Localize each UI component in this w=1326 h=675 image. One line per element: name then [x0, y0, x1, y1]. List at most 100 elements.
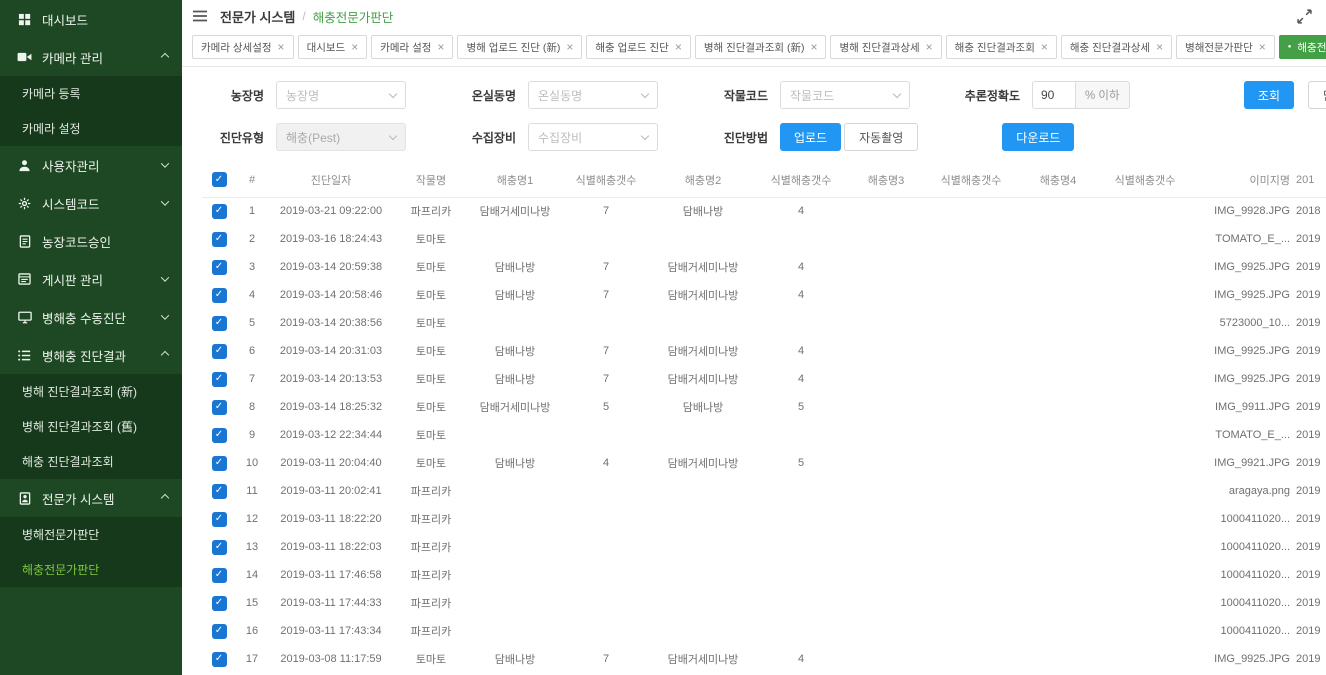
crop-code-select[interactable]: 작물코드 [780, 81, 910, 109]
table-row[interactable]: ✓102019-03-11 20:04:40토마토담배나방4담배거세미나방5IM… [202, 449, 1326, 477]
table-row[interactable]: ✓112019-03-11 20:02:41파프리카aragaya.png201… [202, 477, 1326, 505]
tab-close-icon[interactable]: × [278, 41, 285, 53]
table-cell: 토마토 [394, 365, 468, 393]
row-checkbox[interactable]: ✓ [212, 568, 227, 583]
sidebar-item[interactable]: 농장코드승인 [0, 222, 182, 260]
tab[interactable]: 해충 진단결과조회× [946, 35, 1057, 59]
tab[interactable]: ●해충전문가판단× [1279, 35, 1326, 59]
table-row[interactable]: ✓122019-03-11 18:22:20파프리카1000411020...2… [202, 505, 1326, 533]
tab[interactable]: 병해 업로드 진단 (新)× [457, 35, 582, 59]
tab[interactable]: 해충 진단결과상세× [1061, 35, 1172, 59]
sidebar-subitem[interactable]: 카메라 설정 [0, 111, 182, 146]
sidebar-subitem[interactable]: 카메라 등록 [0, 76, 182, 111]
tab-close-icon[interactable]: × [1041, 41, 1048, 53]
farm-name-select[interactable]: 농장명 [276, 81, 406, 109]
tab-close-icon[interactable]: × [437, 41, 444, 53]
sidebar-item[interactable]: 병해충 수동진단 [0, 298, 182, 336]
close-button[interactable]: 닫기 [1308, 81, 1326, 109]
table-row[interactable]: ✓32019-03-14 20:59:38토마토담배나방7담배거세미나방4IMG… [202, 253, 1326, 281]
select-all-checkbox[interactable]: ✓ [212, 172, 227, 187]
sidebar-item[interactable]: 사용자관리 [0, 146, 182, 184]
chevron-down-icon [389, 89, 397, 97]
row-checkbox[interactable]: ✓ [212, 512, 227, 527]
tab[interactable]: 해충 업로드 진단× [586, 35, 690, 59]
table-row[interactable]: ✓152019-03-11 17:44:33파프리카1000411020...2… [202, 589, 1326, 617]
row-checkbox[interactable]: ✓ [212, 428, 227, 443]
table-cell: 2019 [1296, 337, 1326, 365]
method-upload-button[interactable]: 업로드 [780, 123, 841, 151]
tab-close-icon[interactable]: × [1156, 41, 1163, 53]
tab[interactable]: 카메라 설정× [371, 35, 453, 59]
sidebar-item[interactable]: 게시판 관리 [0, 260, 182, 298]
search-button[interactable]: 조회 [1244, 81, 1294, 109]
row-checkbox[interactable]: ✓ [212, 400, 227, 415]
fullscreen-expand-icon[interactable] [1297, 9, 1312, 24]
column-header: 201 [1296, 163, 1326, 197]
row-checkbox[interactable]: ✓ [212, 652, 227, 667]
sidebar-subitem[interactable]: 병해 진단결과조회 (舊) [0, 409, 182, 444]
table-cell [926, 281, 1016, 309]
tab-close-icon[interactable]: × [675, 41, 682, 53]
sidebar-item[interactable]: 병해충 진단결과 [0, 336, 182, 374]
row-checkbox[interactable]: ✓ [212, 484, 227, 499]
table-row[interactable]: ✓22019-03-16 18:24:43토마토TOMATO_E_...2019 [202, 225, 1326, 253]
sidebar-subitem[interactable]: 해충 진단결과조회 [0, 444, 182, 479]
sidebar-item[interactable]: 시스템코드 [0, 184, 182, 222]
table-row[interactable]: ✓12019-03-21 09:22:00파프리카담배거세미나방7담배나방4IM… [202, 197, 1326, 225]
tab-close-icon[interactable]: × [351, 41, 358, 53]
row-checkbox[interactable]: ✓ [212, 372, 227, 387]
tab[interactable]: 병해 진단결과상세× [830, 35, 941, 59]
row-checkbox[interactable]: ✓ [212, 344, 227, 359]
row-checkbox[interactable]: ✓ [212, 204, 227, 219]
tab[interactable]: 카메라 상세설정× [192, 35, 294, 59]
tab[interactable]: 병해 진단결과조회 (新)× [695, 35, 827, 59]
board-icon [16, 273, 33, 285]
table-row[interactable]: ✓162019-03-11 17:43:34파프리카1000411020...2… [202, 617, 1326, 645]
device-select[interactable]: 수집장비 [528, 123, 658, 151]
tab-close-icon[interactable]: × [1259, 41, 1266, 53]
table-cell [1100, 309, 1190, 337]
greenhouse-select[interactable]: 온실동명 [528, 81, 658, 109]
hamburger-menu-icon[interactable] [192, 9, 208, 23]
table-row[interactable]: ✓62019-03-14 20:31:03토마토담배나방7담배거세미나방4IMG… [202, 337, 1326, 365]
table-row[interactable]: ✓132019-03-11 18:22:03파프리카1000411020...2… [202, 533, 1326, 561]
table-row[interactable]: ✓72019-03-14 20:13:53토마토담배나방7담배거세미나방4IMG… [202, 365, 1326, 393]
sidebar-item-label: 카메라 설정 [22, 120, 182, 137]
row-checkbox[interactable]: ✓ [212, 260, 227, 275]
table-cell [1016, 281, 1100, 309]
tab-close-icon[interactable]: × [926, 41, 933, 53]
table-row[interactable]: ✓172019-03-08 11:17:59토마토담배나방7담배거세미나방4IM… [202, 645, 1326, 673]
tab-close-icon[interactable]: × [566, 41, 573, 53]
method-auto-button[interactable]: 자동촬영 [844, 123, 918, 151]
sidebar-item[interactable]: 대시보드 [0, 0, 182, 38]
table-row[interactable]: ✓52019-03-14 20:38:56토마토5723000_10...201… [202, 309, 1326, 337]
tab-close-icon[interactable]: × [810, 41, 817, 53]
table-cell [926, 505, 1016, 533]
download-button[interactable]: 다운로드 [1002, 123, 1074, 151]
table-row[interactable]: ✓42019-03-14 20:58:46토마토담배나방7담배거세미나방4IMG… [202, 281, 1326, 309]
table-cell [1016, 365, 1100, 393]
sidebar-item[interactable]: 카메라 관리 [0, 38, 182, 76]
table-row[interactable]: ✓82019-03-14 18:25:32토마토담배거세미나방5담배나방5IMG… [202, 393, 1326, 421]
row-checkbox[interactable]: ✓ [212, 540, 227, 555]
table-row[interactable]: ✓92019-03-12 22:34:44토마토TOMATO_E_...2019 [202, 421, 1326, 449]
sidebar-subitem[interactable]: 병해전문가판단 [0, 517, 182, 552]
sidebar-subitem[interactable]: 해충전문가판단 [0, 552, 182, 587]
tab[interactable]: 병해전문가판단× [1176, 35, 1275, 59]
table-cell: 2019-03-16 18:24:43 [268, 225, 394, 253]
accuracy-input[interactable] [1032, 81, 1076, 109]
table-cell: 13 [236, 533, 268, 561]
chevron-up-icon [161, 494, 169, 502]
row-checkbox[interactable]: ✓ [212, 288, 227, 303]
row-checkbox[interactable]: ✓ [212, 316, 227, 331]
row-checkbox[interactable]: ✓ [212, 456, 227, 471]
tab[interactable]: 대시보드× [298, 35, 368, 59]
row-checkbox[interactable]: ✓ [212, 596, 227, 611]
sidebar-subitem[interactable]: 병해 진단결과조회 (新) [0, 374, 182, 409]
diagnosis-type-select[interactable]: 해충(Pest) [276, 123, 406, 151]
sidebar-item[interactable]: 전문가 시스템 [0, 479, 182, 517]
row-checkbox[interactable]: ✓ [212, 624, 227, 639]
table-cell [1016, 477, 1100, 505]
row-checkbox[interactable]: ✓ [212, 232, 227, 247]
table-row[interactable]: ✓142019-03-11 17:46:58파프리카1000411020...2… [202, 561, 1326, 589]
